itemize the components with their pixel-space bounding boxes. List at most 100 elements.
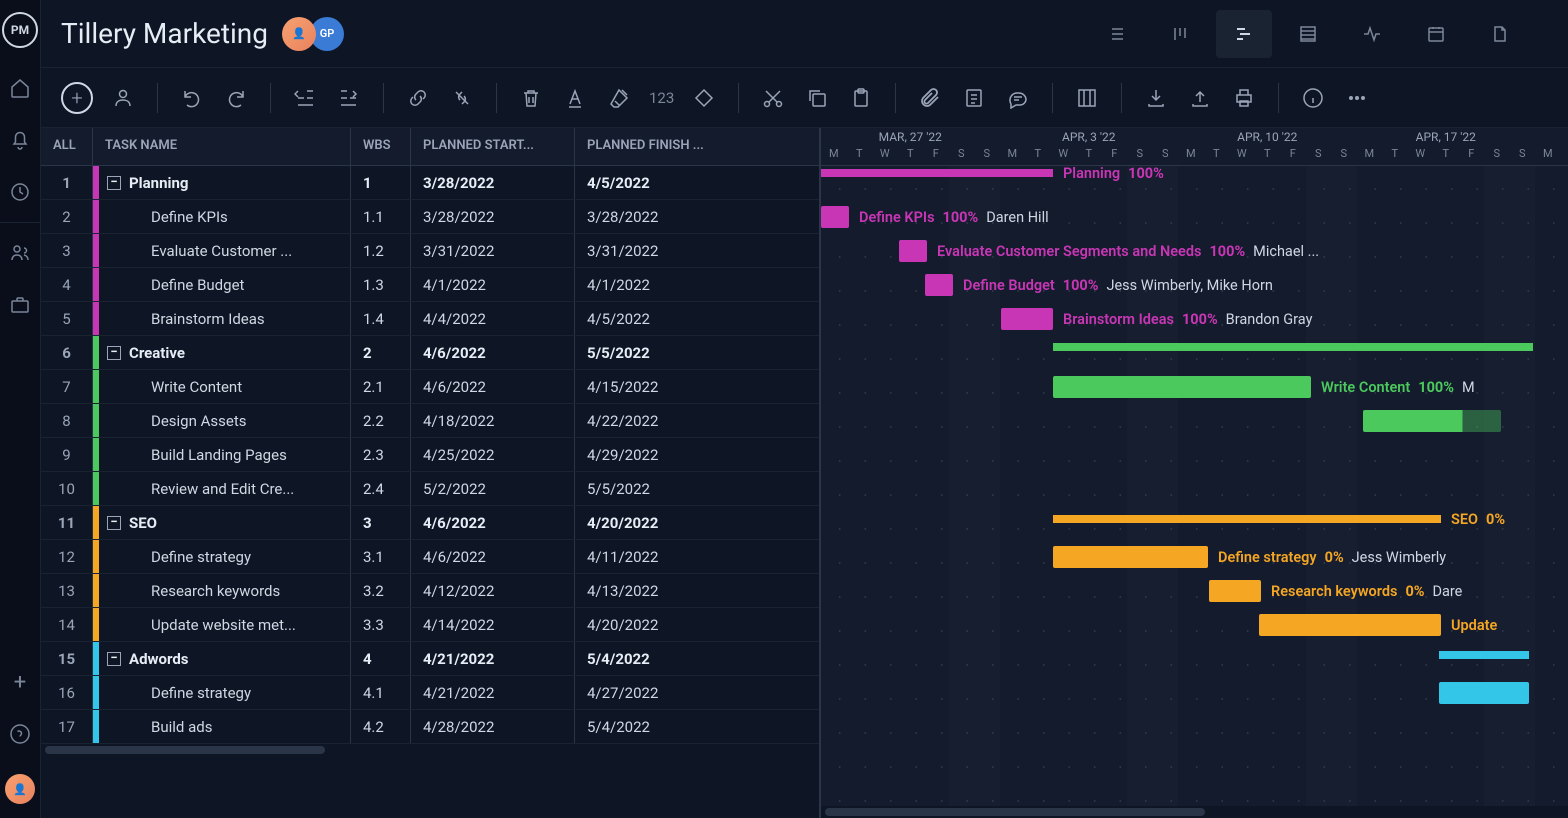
comments-icon[interactable] — [1004, 84, 1032, 112]
project-members[interactable]: 👤 GP — [288, 17, 344, 51]
summary-bar[interactable]: SEO0% — [1053, 515, 1441, 523]
task-bar[interactable]: Update — [1259, 614, 1441, 636]
task-bar[interactable]: Define KPIs100%Daren Hill — [821, 206, 849, 228]
people-icon[interactable] — [8, 241, 32, 265]
collapse-icon[interactable]: − — [107, 346, 121, 360]
text-style-icon[interactable] — [561, 84, 589, 112]
task-row[interactable]: 3 Evaluate Customer ... 1.2 3/31/2022 3/… — [41, 234, 819, 268]
task-name-cell[interactable]: Build ads — [99, 710, 351, 743]
assign-icon[interactable] — [109, 84, 137, 112]
task-row[interactable]: 7 Write Content 2.1 4/6/2022 4/15/2022 — [41, 370, 819, 404]
col-all[interactable]: ALL — [41, 128, 93, 165]
collapse-icon[interactable]: − — [107, 652, 121, 666]
task-row[interactable]: 10 Review and Edit Cre... 2.4 5/2/2022 5… — [41, 472, 819, 506]
redo-icon[interactable] — [222, 84, 250, 112]
task-bar[interactable]: Evaluate Customer Segments and Needs100%… — [899, 240, 927, 262]
summary-bar[interactable] — [1053, 343, 1533, 351]
task-name-cell[interactable]: Research keywords — [99, 574, 351, 607]
help-icon[interactable] — [8, 722, 32, 746]
col-start[interactable]: PLANNED START... — [411, 128, 575, 165]
task-name-cell[interactable]: −Adwords — [99, 642, 351, 675]
task-name-cell[interactable]: Define KPIs — [99, 200, 351, 233]
import-icon[interactable] — [1142, 84, 1170, 112]
summary-bar[interactable]: Planning100% — [821, 169, 1053, 177]
task-name-cell[interactable]: Build Landing Pages — [99, 438, 351, 471]
task-name-cell[interactable]: Define Budget — [99, 268, 351, 301]
task-row[interactable]: 1 −Planning 1 3/28/2022 4/5/2022 — [41, 166, 819, 200]
view-list[interactable] — [1088, 10, 1144, 58]
undo-icon[interactable] — [178, 84, 206, 112]
indent-icon[interactable] — [335, 84, 363, 112]
print-icon[interactable] — [1230, 84, 1258, 112]
view-files[interactable] — [1472, 10, 1528, 58]
task-name-cell[interactable]: Define strategy — [99, 676, 351, 709]
view-activity[interactable] — [1344, 10, 1400, 58]
notes-icon[interactable] — [960, 84, 988, 112]
paste-icon[interactable] — [847, 84, 875, 112]
task-row[interactable]: 5 Brainstorm Ideas 1.4 4/4/2022 4/5/2022 — [41, 302, 819, 336]
task-row[interactable]: 12 Define strategy 3.1 4/6/2022 4/11/202… — [41, 540, 819, 574]
task-bar[interactable]: Define Budget100%Jess Wimberly, Mike Hor… — [925, 274, 953, 296]
task-bar[interactable] — [1439, 682, 1529, 704]
task-row[interactable]: 9 Build Landing Pages 2.3 4/25/2022 4/29… — [41, 438, 819, 472]
grid-scrollbar[interactable] — [41, 744, 819, 756]
task-row[interactable]: 16 Define strategy 4.1 4/21/2022 4/27/20… — [41, 676, 819, 710]
task-name-cell[interactable]: −SEO — [99, 506, 351, 539]
col-wbs[interactable]: WBS — [351, 128, 411, 165]
task-row[interactable]: 13 Research keywords 3.2 4/12/2022 4/13/… — [41, 574, 819, 608]
task-name-cell[interactable]: −Planning — [99, 166, 351, 199]
milestone-icon[interactable] — [690, 84, 718, 112]
view-gantt[interactable] — [1216, 10, 1272, 58]
collapse-icon[interactable]: − — [107, 516, 121, 530]
clear-format-icon[interactable] — [605, 84, 633, 112]
collapse-icon[interactable]: − — [107, 176, 121, 190]
task-row[interactable]: 8 Design Assets 2.2 4/18/2022 4/22/2022 — [41, 404, 819, 438]
task-name-cell[interactable]: −Creative — [99, 336, 351, 369]
info-icon[interactable] — [1299, 84, 1327, 112]
export-icon[interactable] — [1186, 84, 1214, 112]
view-board[interactable] — [1152, 10, 1208, 58]
unlink-icon[interactable] — [448, 84, 476, 112]
home-icon[interactable] — [8, 76, 32, 100]
task-bar[interactable]: Research keywords0%Dare — [1209, 580, 1261, 602]
task-bar[interactable]: Define strategy0%Jess Wimberly — [1053, 546, 1208, 568]
task-name-cell[interactable]: Update website met... — [99, 608, 351, 641]
cut-icon[interactable] — [759, 84, 787, 112]
link-icon[interactable] — [404, 84, 432, 112]
summary-bar[interactable] — [1439, 651, 1529, 659]
task-row[interactable]: 17 Build ads 4.2 4/28/2022 5/4/2022 — [41, 710, 819, 744]
task-name-cell[interactable]: Write Content — [99, 370, 351, 403]
copy-icon[interactable] — [803, 84, 831, 112]
col-name[interactable]: TASK NAME — [93, 128, 351, 165]
task-name-cell[interactable]: Evaluate Customer ... — [99, 234, 351, 267]
add-icon[interactable]: + — [8, 670, 32, 694]
view-calendar[interactable] — [1408, 10, 1464, 58]
columns-icon[interactable] — [1073, 84, 1101, 112]
task-row[interactable]: 11 −SEO 3 4/6/2022 4/20/2022 — [41, 506, 819, 540]
task-name-cell[interactable]: Define strategy — [99, 540, 351, 573]
delete-icon[interactable] — [517, 84, 545, 112]
notifications-icon[interactable] — [8, 128, 32, 152]
task-row[interactable]: 2 Define KPIs 1.1 3/28/2022 3/28/2022 — [41, 200, 819, 234]
task-name-cell[interactable]: Design Assets — [99, 404, 351, 437]
briefcase-icon[interactable] — [8, 293, 32, 317]
attachment-icon[interactable] — [916, 84, 944, 112]
task-row[interactable]: 4 Define Budget 1.3 4/1/2022 4/1/2022 — [41, 268, 819, 302]
task-row[interactable]: 14 Update website met... 3.3 4/14/2022 4… — [41, 608, 819, 642]
gantt-scrollbar[interactable] — [821, 806, 1568, 818]
task-bar[interactable]: Brainstorm Ideas100%Brandon Gray — [1001, 308, 1053, 330]
more-icon[interactable] — [1343, 84, 1371, 112]
task-bar[interactable]: Write Content100%M — [1053, 376, 1311, 398]
task-row[interactable]: 15 −Adwords 4 4/21/2022 5/4/2022 — [41, 642, 819, 676]
task-bar[interactable] — [1363, 410, 1501, 432]
view-sheet[interactable] — [1280, 10, 1336, 58]
add-task-button[interactable]: + — [61, 82, 93, 114]
app-logo[interactable]: PM — [2, 12, 38, 48]
task-row[interactable]: 6 −Creative 2 4/6/2022 5/5/2022 — [41, 336, 819, 370]
col-finish[interactable]: PLANNED FINISH ... — [575, 128, 819, 165]
recent-icon[interactable] — [8, 180, 32, 204]
task-name-cell[interactable]: Brainstorm Ideas — [99, 302, 351, 335]
task-name-cell[interactable]: Review and Edit Cre... — [99, 472, 351, 505]
outdent-icon[interactable] — [291, 84, 319, 112]
avatar[interactable]: 👤 — [282, 17, 316, 51]
